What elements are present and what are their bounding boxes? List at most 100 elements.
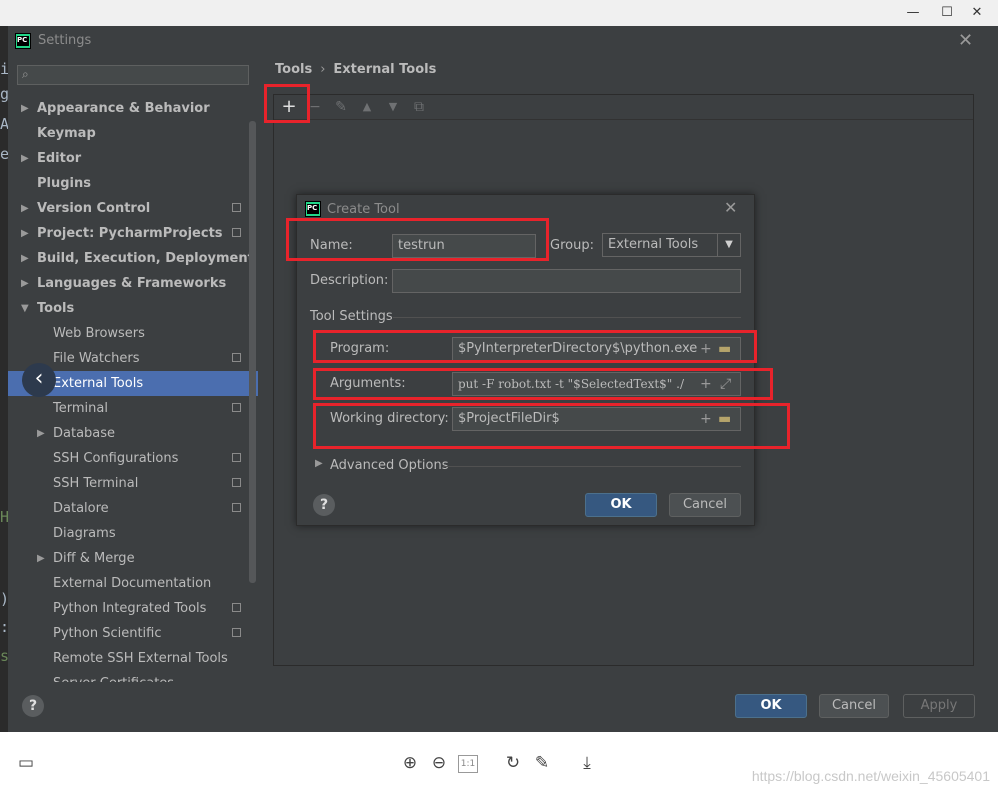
sidebar-item[interactable]: Python Integrated Tools <box>8 596 258 621</box>
sidebar-item-label: Appearance & Behavior <box>37 101 210 116</box>
sidebar-item[interactable]: Plugins <box>8 171 258 196</box>
pycharm-logo-icon: PC <box>305 201 321 217</box>
sidebar-item[interactable]: ▶ Database <box>8 421 258 446</box>
chevron-right-icon[interactable]: ▶ <box>21 221 33 246</box>
editor-char: ) <box>0 590 8 608</box>
create-tool-cancel-button[interactable]: Cancel <box>669 493 741 517</box>
editor-char: H <box>0 508 8 526</box>
monitor-icon[interactable]: ▭ <box>15 752 37 774</box>
sidebar-item-label: Diagrams <box>53 526 116 541</box>
breadcrumb: Tools › External Tools <box>275 62 436 77</box>
pycharm-logo-icon: PC <box>15 33 31 49</box>
actual-size-icon[interactable]: 1:1 <box>458 755 478 773</box>
chevron-right-icon[interactable]: ▶ <box>21 196 33 221</box>
settings-close-icon[interactable]: ✕ <box>958 30 973 51</box>
sidebar-item[interactable]: ▼ Tools <box>8 296 258 321</box>
sidebar-item[interactable]: ▶ Version Control <box>8 196 258 221</box>
group-value: External Tools <box>608 237 699 252</box>
project-level-icon <box>232 478 241 487</box>
download-icon[interactable]: ⤓ <box>576 752 598 774</box>
sidebar-item[interactable]: External Documentation <box>8 571 258 596</box>
description-input[interactable] <box>392 269 741 293</box>
advanced-options-arrow-icon[interactable]: ▶ <box>315 458 323 469</box>
move-up-icon[interactable]: ▲ <box>356 97 378 117</box>
sidebar-item[interactable]: Datalore <box>8 496 258 521</box>
editor-background: i g A e H ) : s <box>0 26 8 732</box>
settings-cancel-button[interactable]: Cancel <box>819 694 889 718</box>
settings-ok-button[interactable]: OK <box>735 694 807 718</box>
viewer-titlebar: — ☐ ✕ <box>0 0 998 26</box>
sidebar-item-label: SSH Terminal <box>53 476 139 491</box>
settings-apply-button[interactable]: Apply <box>903 694 975 718</box>
editor-char: i <box>0 60 8 78</box>
project-level-icon <box>232 353 241 362</box>
sidebar-item[interactable]: Web Browsers <box>8 321 258 346</box>
group-select[interactable]: External Tools ▼ <box>602 233 741 257</box>
project-level-icon <box>232 603 241 612</box>
sidebar-item-label: SSH Configurations <box>53 451 179 466</box>
tree-scrollbar[interactable] <box>249 121 256 583</box>
advanced-options-toggle[interactable]: Advanced Options <box>330 458 449 473</box>
sidebar-item[interactable]: ▶ Editor <box>8 146 258 171</box>
sidebar-item[interactable]: Diagrams <box>8 521 258 546</box>
annotation-box-arguments <box>313 368 773 400</box>
project-level-icon <box>232 203 241 212</box>
move-down-icon[interactable]: ▼ <box>382 97 404 117</box>
settings-help-button[interactable]: ? <box>22 695 44 717</box>
chevron-right-icon[interactable]: ▶ <box>21 246 33 271</box>
sidebar-item-label: Python Integrated Tools <box>53 601 207 616</box>
close-button[interactable]: ✕ <box>966 4 988 22</box>
sidebar-item[interactable]: ▶ Diff & Merge <box>8 546 258 571</box>
breadcrumb-tools[interactable]: Tools <box>275 62 312 77</box>
sidebar-item-label: Web Browsers <box>53 326 145 341</box>
sidebar-item[interactable]: ▶ Appearance & Behavior <box>8 96 258 121</box>
rotate-icon[interactable]: ↻ <box>502 752 524 774</box>
project-level-icon <box>232 403 241 412</box>
edit-icon[interactable]: ✎ <box>531 752 553 774</box>
editor-char: e <box>0 145 8 163</box>
chevron-right-icon[interactable]: ▶ <box>37 546 49 571</box>
tool-settings-label: Tool Settings <box>310 309 393 324</box>
sidebar-item[interactable]: ▶ Languages & Frameworks <box>8 271 258 296</box>
create-tool-help-button[interactable]: ? <box>313 494 335 516</box>
minimize-button[interactable]: — <box>902 4 924 22</box>
sidebar-item-label: Version Control <box>37 201 151 216</box>
copy-icon[interactable]: ⧉ <box>408 97 430 117</box>
zoom-out-icon[interactable]: ⊖ <box>428 752 450 774</box>
annotation-box-working-directory <box>313 403 790 449</box>
sidebar-item-label: Project: PycharmProjects <box>37 226 223 241</box>
chevron-right-icon[interactable]: ▶ <box>21 271 33 296</box>
zoom-in-icon[interactable]: ⊕ <box>399 752 421 774</box>
sidebar-item-label: External Tools <box>53 376 144 391</box>
create-tool-ok-button[interactable]: OK <box>585 493 657 517</box>
sidebar-item[interactable]: Terminal <box>8 396 258 421</box>
sidebar-item-label: Terminal <box>53 401 108 416</box>
sidebar-item-label: Server Certificates <box>53 671 174 682</box>
maximize-button[interactable]: ☐ <box>936 4 958 22</box>
sidebar-item[interactable]: Remote SSH External Tools <box>8 646 258 671</box>
editor-char: g <box>0 85 8 103</box>
chevron-right-icon[interactable]: ▶ <box>37 421 49 446</box>
sidebar-item[interactable]: ▶ Build, Execution, Deployment <box>8 246 258 271</box>
sidebar-item-label: Remote SSH External Tools <box>53 651 228 666</box>
sidebar-item-label: Plugins <box>37 176 91 191</box>
sidebar-item[interactable]: Python Scientific <box>8 621 258 646</box>
back-arrow-icon[interactable]: ‹ <box>22 363 56 397</box>
sidebar-item[interactable]: SSH Configurations <box>8 446 258 471</box>
sidebar-item[interactable]: SSH Terminal <box>8 471 258 496</box>
chevron-down-icon[interactable]: ▼ <box>717 234 740 256</box>
chevron-down-icon[interactable]: ▼ <box>21 296 33 321</box>
sidebar-item-label: Datalore <box>53 501 109 516</box>
sidebar-item-label: Tools <box>37 301 75 316</box>
chevron-right-icon[interactable]: ▶ <box>21 96 33 121</box>
sidebar-item[interactable]: Keymap <box>8 121 258 146</box>
edit-icon[interactable]: ✎ <box>330 97 352 117</box>
sidebar-item[interactable]: Server Certificates <box>8 671 258 682</box>
settings-search-input[interactable]: ⌕ <box>17 65 249 85</box>
breadcrumb-external-tools: External Tools <box>333 62 437 77</box>
breadcrumb-separator-icon: › <box>320 62 326 77</box>
sidebar-item-label: Editor <box>37 151 82 166</box>
sidebar-item[interactable]: ▶ Project: PycharmProjects <box>8 221 258 246</box>
chevron-right-icon[interactable]: ▶ <box>21 146 33 171</box>
create-tool-close-icon[interactable]: ✕ <box>724 198 737 217</box>
